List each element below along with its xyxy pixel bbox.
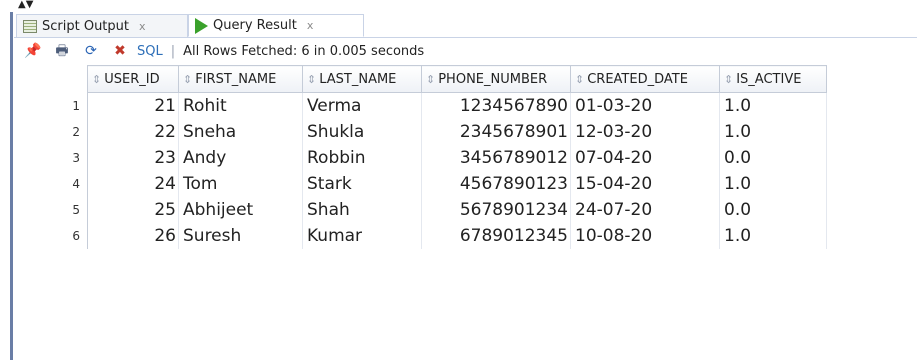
cell-phone-number[interactable]: 2345678901 — [421, 119, 571, 145]
collapse-arrows-icon[interactable]: ▲▼ — [18, 0, 33, 10]
tab-label: Script Output — [42, 18, 129, 34]
left-border — [10, 12, 13, 360]
column-header-first-name[interactable]: ⇕ FIRST_NAME — [178, 65, 303, 93]
grid-header-row: ⇕ USER_ID ⇕ FIRST_NAME ⇕ LAST_NAME ⇕ PHONE_N… — [14, 65, 827, 93]
table-row[interactable]: 3 23 Andy Robbin 3456789012 07-04-20 0.0 — [14, 145, 827, 171]
column-header-phone-number[interactable]: ⇕ PHONE_NUMBER — [421, 65, 571, 93]
column-header-user-id[interactable]: ⇕ USER_ID — [87, 65, 179, 93]
sort-icon[interactable]: ⇕ — [426, 73, 435, 86]
cell-is-active[interactable]: 1.0 — [719, 223, 827, 249]
print-icon[interactable]: 🖶 — [53, 42, 71, 60]
cell-user-id[interactable]: 23 — [87, 145, 179, 171]
sql-link[interactable]: SQL — [137, 44, 163, 59]
tab-bar: Script Output x Query Result x — [14, 11, 917, 38]
toolbar-separator: | — [170, 43, 176, 59]
row-number: 4 — [14, 171, 88, 197]
cell-last-name[interactable]: Verma — [302, 92, 422, 119]
row-number: 6 — [14, 223, 88, 249]
result-grid: ⇕ USER_ID ⇕ FIRST_NAME ⇕ LAST_NAME ⇕ PHONE_N… — [14, 65, 827, 249]
column-header-created-date[interactable]: ⇕ CREATED_DATE — [570, 65, 720, 93]
cell-last-name[interactable]: Kumar — [302, 223, 422, 249]
cell-phone-number[interactable]: 4567890123 — [421, 171, 571, 197]
close-icon[interactable]: x — [307, 19, 314, 32]
cell-is-active[interactable]: 0.0 — [719, 197, 827, 223]
cell-phone-number[interactable]: 6789012345 — [421, 223, 571, 249]
cell-created-date[interactable]: 12-03-20 — [570, 119, 720, 145]
table-row[interactable]: 1 21 Rohit Verma 1234567890 01-03-20 1.0 — [14, 92, 827, 119]
cell-is-active[interactable]: 1.0 — [719, 119, 827, 145]
cell-created-date[interactable]: 07-04-20 — [570, 145, 720, 171]
tab-query-result[interactable]: Query Result x — [188, 14, 364, 37]
table-row[interactable]: 6 26 Suresh Kumar 6789012345 10-08-20 1.… — [14, 223, 827, 249]
script-icon — [23, 19, 37, 33]
row-number: 2 — [14, 119, 88, 145]
cell-user-id[interactable]: 26 — [87, 223, 179, 249]
cell-user-id[interactable]: 21 — [87, 92, 179, 119]
tab-label: Query Result — [213, 18, 297, 33]
query-result-window: ▲▼ Script Output x Query Result x 📌 🖶 ⟳ … — [0, 0, 917, 360]
cell-is-active[interactable]: 0.0 — [719, 145, 827, 171]
table-row[interactable]: 5 25 Abhijeet Shah 5678901234 24-07-20 0… — [14, 197, 827, 223]
cell-created-date[interactable]: 01-03-20 — [570, 92, 720, 119]
cell-first-name[interactable]: Sneha — [178, 119, 303, 145]
cell-first-name[interactable]: Andy — [178, 145, 303, 171]
refresh-icon[interactable]: ⟳ — [82, 42, 100, 60]
sort-icon[interactable]: ⇕ — [307, 73, 316, 86]
sort-icon[interactable]: ⇕ — [724, 73, 733, 86]
row-number-header — [14, 65, 88, 93]
fetch-status: All Rows Fetched: 6 in 0.005 seconds — [183, 43, 425, 59]
clear-results-icon[interactable]: ✖ — [111, 42, 129, 60]
cell-is-active[interactable]: 1.0 — [719, 92, 827, 119]
cell-first-name[interactable]: Abhijeet — [178, 197, 303, 223]
result-toolbar: 📌 🖶 ⟳ ✖ SQL | All Rows Fetched: 6 in 0.0… — [14, 38, 917, 64]
sort-icon[interactable]: ⇕ — [575, 73, 584, 86]
column-header-last-name[interactable]: ⇕ LAST_NAME — [302, 65, 422, 93]
cell-last-name[interactable]: Shukla — [302, 119, 422, 145]
cell-created-date[interactable]: 10-08-20 — [570, 223, 720, 249]
cell-user-id[interactable]: 25 — [87, 197, 179, 223]
cell-phone-number[interactable]: 1234567890 — [421, 92, 571, 119]
sort-icon[interactable]: ⇕ — [183, 73, 192, 86]
tab-script-output[interactable]: Script Output x — [16, 14, 188, 37]
close-icon[interactable]: x — [139, 20, 146, 33]
cell-last-name[interactable]: Shah — [302, 197, 422, 223]
cell-user-id[interactable]: 24 — [87, 171, 179, 197]
pin-icon[interactable]: 📌 — [24, 42, 42, 60]
play-icon — [195, 17, 208, 34]
row-number: 1 — [14, 92, 88, 119]
cell-first-name[interactable]: Tom — [178, 171, 303, 197]
table-row[interactable]: 2 22 Sneha Shukla 2345678901 12-03-20 1.… — [14, 119, 827, 145]
column-header-is-active[interactable]: ⇕ IS_ACTIVE — [719, 65, 827, 93]
cell-created-date[interactable]: 15-04-20 — [570, 171, 720, 197]
cell-first-name[interactable]: Rohit — [178, 92, 303, 119]
cell-created-date[interactable]: 24-07-20 — [570, 197, 720, 223]
cell-phone-number[interactable]: 5678901234 — [421, 197, 571, 223]
row-number: 3 — [14, 145, 88, 171]
sort-icon[interactable]: ⇕ — [92, 73, 101, 86]
cell-last-name[interactable]: Robbin — [302, 145, 422, 171]
cell-is-active[interactable]: 1.0 — [719, 171, 827, 197]
cell-user-id[interactable]: 22 — [87, 119, 179, 145]
table-row[interactable]: 4 24 Tom Stark 4567890123 15-04-20 1.0 — [14, 171, 827, 197]
cell-last-name[interactable]: Stark — [302, 171, 422, 197]
row-number: 5 — [14, 197, 88, 223]
cell-phone-number[interactable]: 3456789012 — [421, 145, 571, 171]
cell-first-name[interactable]: Suresh — [178, 223, 303, 249]
